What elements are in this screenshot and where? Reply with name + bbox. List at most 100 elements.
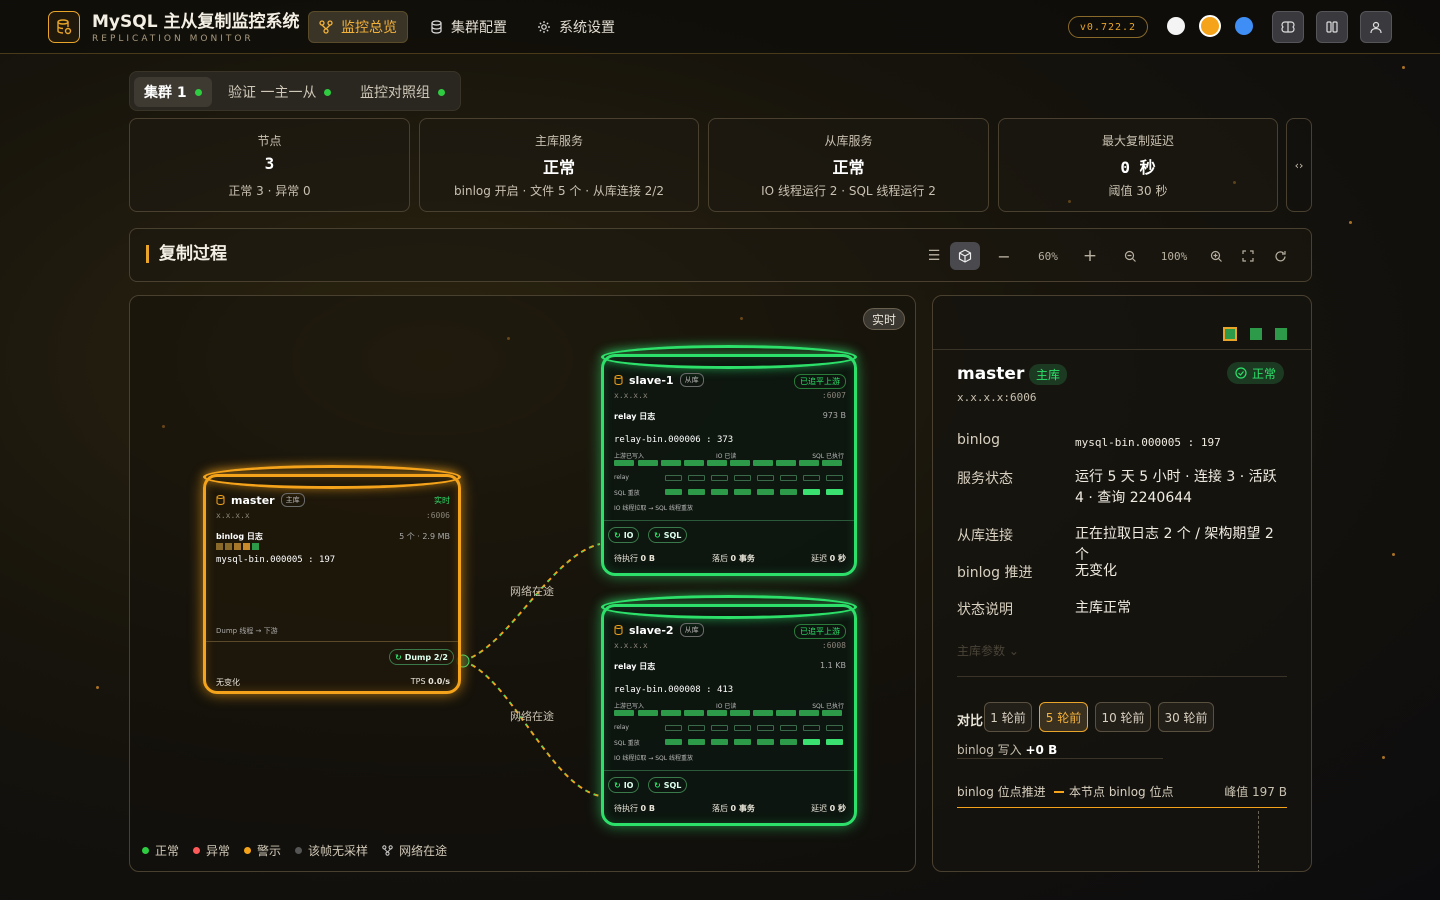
- relay-row-label: relay: [614, 474, 629, 481]
- zoom-in-icon[interactable]: [1206, 242, 1226, 270]
- view-swatch-1[interactable]: [1223, 327, 1237, 341]
- columns-button[interactable]: [1316, 11, 1348, 43]
- cylinder-top: [601, 345, 857, 369]
- relay-segment: [665, 475, 682, 481]
- network-label: 网络在途: [510, 585, 554, 598]
- sync-status-badge: 已追平上游: [794, 624, 846, 639]
- cube-view-button[interactable]: [950, 242, 980, 270]
- legend-warning: 警示: [244, 842, 281, 859]
- cylinder-top: [601, 595, 857, 619]
- network-label: 网络在途: [510, 710, 554, 723]
- zoom-out-icon[interactable]: [1120, 242, 1140, 270]
- compare-10-rounds[interactable]: 10 轮前: [1095, 702, 1151, 732]
- nav-overview[interactable]: 监控总览: [308, 11, 408, 43]
- list-view-icon[interactable]: ☰: [924, 242, 944, 270]
- refresh-icon: ↻: [654, 530, 661, 540]
- detail-row-key: 服务状态: [957, 471, 1013, 487]
- zoom-plus-icon[interactable]: +: [1080, 242, 1100, 270]
- upstream-segment: [661, 460, 681, 466]
- master-node[interactable]: master 主库 实时 x.x.x.x :6006 binlog 日志 5 个…: [203, 465, 461, 694]
- compare-1-round[interactable]: 1 轮前: [984, 702, 1032, 732]
- brain-button[interactable]: [1272, 11, 1304, 43]
- behind-value: 0 事务: [730, 554, 755, 563]
- app-header: MySQL 主从复制监控系统 REPLICATION MONITOR 监控总览 …: [0, 0, 1440, 54]
- relay-segment: [757, 475, 774, 481]
- dump-pill[interactable]: ↻ Dump 2/2: [389, 649, 454, 665]
- pending-label: 待执行: [614, 554, 638, 563]
- detail-address: x.x.x.x:6006: [957, 391, 1037, 404]
- sql-segment: [826, 739, 843, 745]
- node-host: x.x.x.x: [614, 641, 648, 650]
- status-dot: [194, 88, 202, 96]
- nav-cluster-config[interactable]: 集群配置: [420, 11, 517, 43]
- sql-thread-pill[interactable]: ↻ SQL: [648, 527, 688, 543]
- user-button[interactable]: [1360, 11, 1392, 43]
- sql-segment: [688, 739, 705, 745]
- slave-2-node[interactable]: slave-2 从库 已追平上游 x.x.x.x :6008 relay 日志 …: [601, 595, 857, 826]
- pending-label: 待执行: [614, 804, 638, 813]
- tab-verify[interactable]: 验证 一主一从: [218, 77, 341, 107]
- sql-executed-label: SQL 已执行: [812, 703, 844, 710]
- upstream-segment: [822, 460, 842, 466]
- columns-icon: [1326, 21, 1338, 33]
- view-swatch-2[interactable]: [1250, 328, 1262, 340]
- refresh-icon: ↻: [654, 780, 661, 790]
- upstream-segment: [614, 460, 634, 466]
- topology-icon: [382, 845, 393, 856]
- sql-segment: [688, 489, 705, 495]
- relay-segment: [665, 725, 682, 731]
- binlog-change: 无变化: [216, 678, 240, 687]
- view-swatch-3[interactable]: [1275, 328, 1287, 340]
- relay-segment: [780, 725, 797, 731]
- detail-row-value: 主库正常: [1075, 600, 1131, 616]
- tab-control-group[interactable]: 监控对照组: [350, 77, 455, 107]
- io-read-label: IO 已读: [716, 453, 737, 460]
- detail-node-name: master: [957, 364, 1025, 384]
- sql-segment: [803, 489, 820, 495]
- node-port: :6006: [425, 511, 450, 520]
- tab-label: 集群 1: [144, 85, 187, 101]
- binlog-write-value: +0 B: [1025, 743, 1058, 757]
- live-status: 实时: [434, 496, 450, 505]
- fullscreen-icon[interactable]: [1238, 242, 1258, 270]
- io-thread-pill[interactable]: ↻ IO: [608, 777, 640, 793]
- theme-amber-swatch[interactable]: [1199, 15, 1221, 37]
- detail-row-value: 运行 5 天 5 小时 · 连接 3 · 活跃 4 · 查询 2240644: [1075, 469, 1277, 506]
- stat-card-nodes: 节点 3 正常 3 · 异常 0: [129, 118, 410, 212]
- slave-1-node[interactable]: slave-1 从库 已追平上游 x.x.x.x :6007 relay 日志 …: [601, 345, 857, 576]
- stat-value: 0 秒: [1120, 158, 1156, 177]
- delay-readout: 延迟 0 秒: [811, 803, 846, 814]
- detail-status-text: 正常: [1252, 366, 1277, 381]
- node-name: slave-1: [629, 373, 674, 387]
- code-brackets-icon: ‹›: [1294, 158, 1304, 172]
- sql-thread-pill[interactable]: ↻ SQL: [648, 777, 688, 793]
- refresh-icon[interactable]: [1270, 242, 1290, 270]
- expand-cards-button[interactable]: ‹›: [1286, 118, 1312, 212]
- topology-canvas: 实时 网络在途 网络在途 master 主库 实时 x.x.x.x :6006 …: [129, 295, 916, 872]
- relay-row-label: relay: [614, 724, 629, 731]
- upstream-segment: [753, 710, 773, 716]
- sql-segment: [780, 739, 797, 745]
- io-pill-label: IO: [623, 530, 634, 540]
- relay-position: relay-bin.000006 : 373: [614, 435, 734, 445]
- zoom-minus-icon[interactable]: −: [994, 242, 1014, 270]
- io-thread-pill[interactable]: ↻ IO: [608, 527, 640, 543]
- behind-label: 落后: [712, 554, 728, 563]
- theme-blue-swatch[interactable]: [1235, 17, 1253, 35]
- node-host: x.x.x.x: [614, 391, 648, 400]
- compare-30-rounds[interactable]: 30 轮前: [1158, 702, 1214, 732]
- sql-pill-label: SQL: [663, 780, 682, 790]
- stat-card-master: 主库服务 正常 binlog 开启 · 文件 5 个 · 从库连接 2/2: [419, 118, 699, 212]
- nav-settings[interactable]: 系统设置: [527, 11, 625, 43]
- params-toggle[interactable]: 主库参数 ⌄: [957, 642, 1019, 659]
- behind-readout: 落后 0 事务: [712, 553, 755, 564]
- chart-peak: 峰值 197 B: [1224, 785, 1287, 799]
- theme-light-swatch[interactable]: [1167, 17, 1185, 35]
- compare-5-rounds[interactable]: 5 轮前: [1039, 702, 1088, 732]
- sql-segment: [826, 489, 843, 495]
- tab-cluster-1[interactable]: 集群 1: [134, 77, 212, 107]
- stat-value: 3: [264, 154, 275, 173]
- cluster-tabs: 集群 1 验证 一主一从 监控对照组: [129, 71, 461, 111]
- tab-label: 监控对照组: [360, 85, 430, 101]
- node-name: slave-2: [629, 623, 674, 637]
